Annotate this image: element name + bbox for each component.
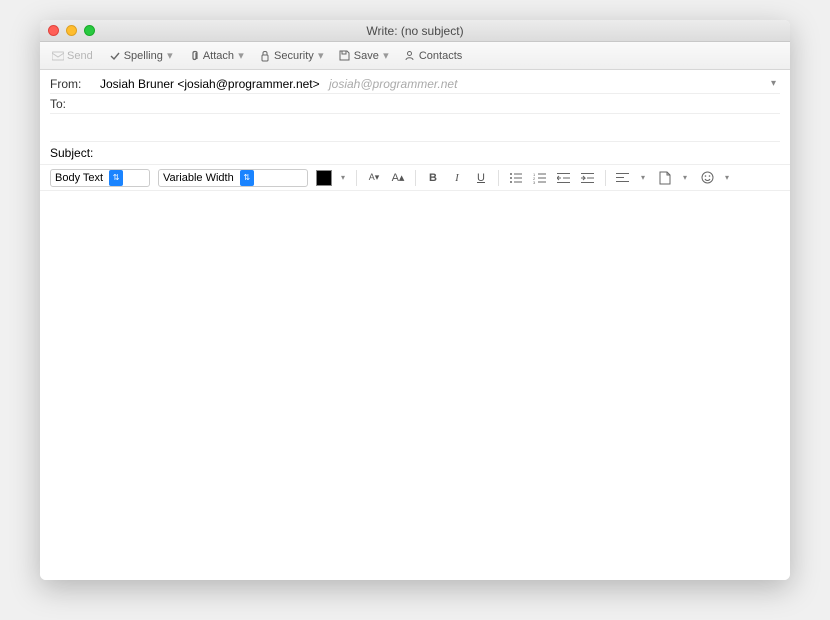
traffic-lights	[40, 25, 95, 36]
separator	[415, 170, 416, 186]
chevron-updown-icon: ⇅	[109, 170, 123, 186]
color-group: ▾	[316, 170, 348, 186]
security-button[interactable]: Security ▾	[253, 48, 331, 64]
save-button[interactable]: Save ▾	[333, 48, 396, 64]
decrease-size-button[interactable]: A▾	[365, 169, 383, 187]
number-list-button[interactable]: 123	[531, 169, 549, 187]
minimize-button[interactable]	[66, 25, 77, 36]
bullet-list-button[interactable]	[507, 169, 525, 187]
from-row: From: Josiah Bruner <josiah@programmer.n…	[50, 74, 780, 94]
lock-icon	[259, 50, 271, 62]
titlebar: Write: (no subject)	[40, 20, 790, 42]
align-dropdown-icon[interactable]: ▾	[638, 173, 648, 182]
format-toolbar: Body Text ⇅ Variable Width ⇅ ▾ A▾ A▴ B I…	[40, 165, 790, 191]
separator	[605, 170, 606, 186]
extra-recipient-area[interactable]	[50, 114, 780, 142]
align-group: ▾	[614, 169, 648, 187]
message-body[interactable]	[40, 191, 790, 580]
from-hint: josiah@programmer.net	[329, 77, 457, 91]
close-button[interactable]	[48, 25, 59, 36]
separator	[356, 170, 357, 186]
contacts-label: Contacts	[419, 50, 462, 62]
style-group: B I U	[424, 169, 490, 187]
compose-window: Write: (no subject) Send Spelling ▾ Atta…	[40, 20, 790, 580]
increase-size-button[interactable]: A▴	[389, 169, 407, 187]
paragraph-style-value: Body Text	[55, 172, 103, 184]
list-group: 123	[507, 169, 597, 187]
underline-button[interactable]: U	[472, 169, 490, 187]
send-label: Send	[67, 50, 93, 62]
separator	[498, 170, 499, 186]
subject-row: Subject:	[40, 142, 790, 165]
main-toolbar: Send Spelling ▾ Attach ▾ Security ▾	[40, 42, 790, 70]
size-group: A▾ A▴	[365, 169, 407, 187]
attach-label: Attach	[203, 50, 234, 62]
zoom-button[interactable]	[84, 25, 95, 36]
chevron-updown-icon: ⇅	[240, 170, 254, 186]
outdent-button[interactable]	[555, 169, 573, 187]
check-icon	[109, 50, 121, 62]
attach-dropdown[interactable]: ▾	[237, 52, 245, 60]
emoji-dropdown-icon[interactable]: ▾	[722, 173, 732, 182]
color-dropdown-icon[interactable]: ▾	[338, 173, 348, 182]
font-value: Variable Width	[163, 172, 234, 184]
svg-text:3: 3	[533, 180, 536, 184]
save-icon	[339, 50, 351, 62]
insert-group: ▾	[656, 169, 690, 187]
from-label: From:	[50, 77, 100, 91]
subject-label: Subject:	[50, 146, 105, 160]
contacts-button[interactable]: Contacts	[398, 48, 468, 64]
indent-button[interactable]	[579, 169, 597, 187]
align-button[interactable]	[614, 169, 632, 187]
save-label: Save	[354, 50, 379, 62]
security-dropdown[interactable]: ▾	[317, 52, 325, 60]
text-color-swatch[interactable]	[316, 170, 332, 186]
send-button[interactable]: Send	[46, 48, 99, 64]
spelling-dropdown[interactable]: ▾	[166, 52, 174, 60]
font-select[interactable]: Variable Width ⇅	[158, 169, 308, 187]
person-icon	[404, 50, 416, 62]
security-label: Security	[274, 50, 314, 62]
spelling-label: Spelling	[124, 50, 163, 62]
from-dropdown-icon[interactable]: ▾	[767, 78, 780, 89]
save-dropdown[interactable]: ▾	[382, 52, 390, 60]
italic-button[interactable]: I	[448, 169, 466, 187]
bold-button[interactable]: B	[424, 169, 442, 187]
to-row: To:	[50, 94, 780, 114]
paragraph-style-select[interactable]: Body Text ⇅	[50, 169, 150, 187]
insert-button[interactable]	[656, 169, 674, 187]
subject-input[interactable]	[105, 146, 780, 160]
from-value[interactable]: Josiah Bruner <josiah@programmer.net> jo…	[100, 77, 767, 91]
window-title: Write: (no subject)	[40, 24, 790, 38]
insert-dropdown-icon[interactable]: ▾	[680, 173, 690, 182]
headers-area: From: Josiah Bruner <josiah@programmer.n…	[40, 70, 790, 142]
paperclip-icon	[188, 50, 200, 62]
spelling-button[interactable]: Spelling ▾	[103, 48, 180, 64]
emoji-group: ▾	[698, 169, 732, 187]
emoji-button[interactable]	[698, 169, 716, 187]
send-icon	[52, 50, 64, 62]
attach-button[interactable]: Attach ▾	[182, 48, 251, 64]
to-label: To:	[50, 97, 100, 111]
